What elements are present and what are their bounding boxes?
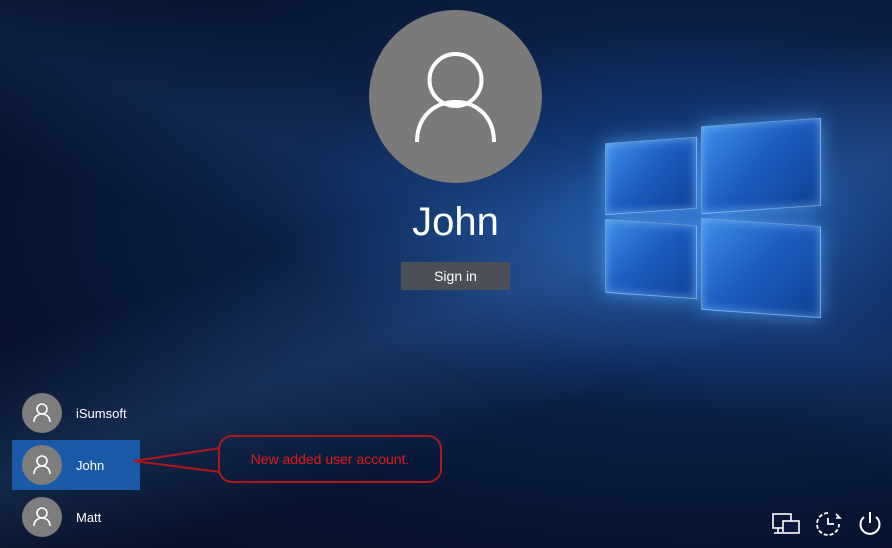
logo-pane [605, 218, 697, 300]
power-icon[interactable] [856, 510, 884, 538]
annotation-callout: New added user account. [218, 435, 442, 483]
user-item-john[interactable]: John [12, 440, 140, 490]
windows-logo [600, 104, 822, 330]
user-account-list: iSumsoft John Matt [12, 388, 140, 544]
user-item-label: John [76, 457, 105, 473]
logo-pane [701, 117, 821, 215]
logo-pane [605, 136, 697, 216]
user-item-label: iSumsoft [76, 405, 127, 421]
user-avatar-large [369, 10, 542, 183]
sign-in-button[interactable]: Sign in [401, 262, 510, 290]
system-icons [772, 510, 884, 538]
ease-of-access-icon[interactable] [814, 510, 842, 538]
user-avatar-icon [33, 507, 51, 527]
current-username: John [412, 200, 499, 244]
user-item-matt[interactable]: Matt [12, 492, 140, 542]
user-avatar-icon [33, 403, 51, 423]
avatar [22, 393, 62, 433]
user-avatar-icon [33, 455, 51, 475]
avatar [22, 445, 62, 485]
network-icon[interactable] [772, 510, 800, 538]
avatar [22, 497, 62, 537]
callout-pointer [133, 447, 221, 473]
annotation-text: New added user account. [250, 451, 410, 467]
user-item-isumsoft[interactable]: iSumsoft [12, 388, 140, 438]
logo-pane [701, 217, 821, 319]
user-item-label: Matt [76, 509, 102, 525]
user-avatar-icon [415, 52, 496, 143]
